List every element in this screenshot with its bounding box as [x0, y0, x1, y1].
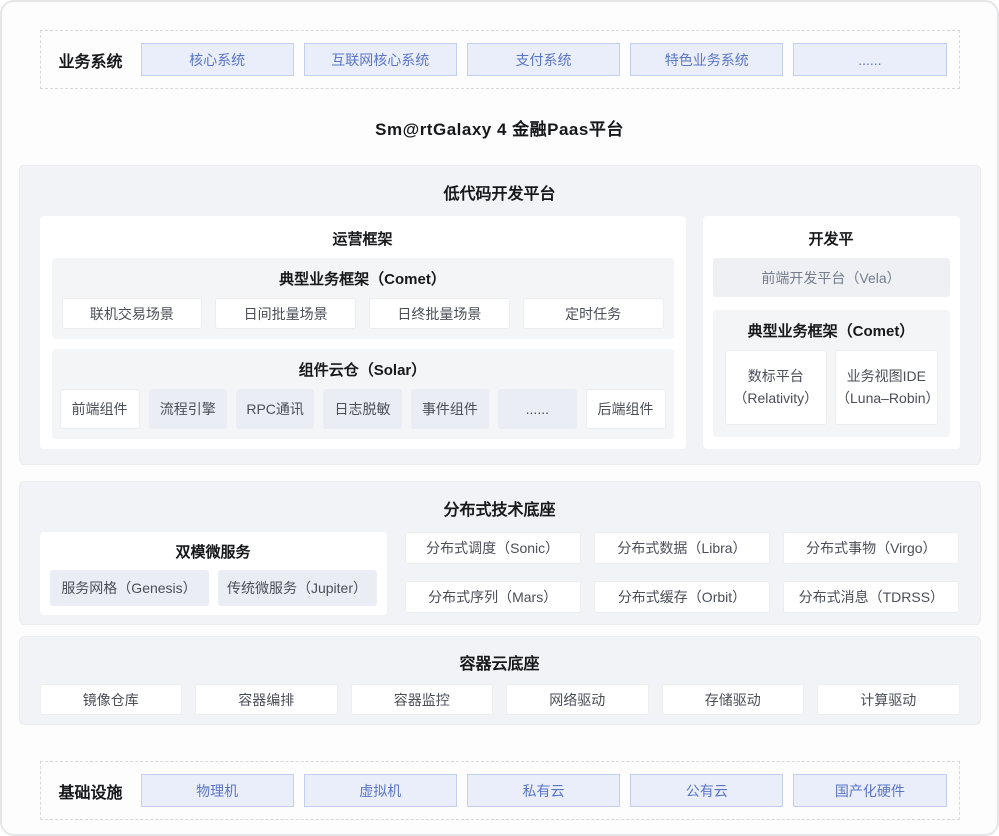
distributed-base-title: 分布式技术底座 [20, 482, 980, 532]
distributed-content-row: 双模微服务 服务网格（Genesis） 传统微服务（Jupiter） 分布式调度… [20, 532, 980, 615]
chip-domestic-hardware: 国产化硬件 [793, 774, 946, 807]
chip-frontend-dev-platform-vela: 前端开发平台（Vela） [713, 258, 950, 297]
chip-daytime-batch-scene: 日间批量场景 [215, 298, 356, 329]
infrastructure-band: 基础设施 物理机 虚拟机 私有云 公有云 国产化硬件 [40, 761, 960, 820]
comet-framework-panel: 典型业务框架（Comet） 联机交易场景 日间批量场景 日终批量场景 定时任务 [52, 258, 674, 339]
business-systems-label: 业务系统 [41, 48, 141, 72]
lowcode-platform-box: 低代码开发平台 运营框架 典型业务框架（Comet） 联机交易场景 日间批量场景… [19, 165, 981, 465]
container-cloud-box: 容器云底座 镜像仓库 容器编排 容器监控 网络驱动 存储驱动 计算驱动 [19, 636, 981, 725]
dev-comet-panel: 典型业务框架（Comet） 数标平台 （Relativity） 业务视图IDE … [713, 310, 950, 437]
chip-public-cloud: 公有云 [630, 774, 783, 807]
chip-event-component: 事件组件 [411, 389, 489, 429]
chip-online-trading-scene: 联机交易场景 [62, 298, 203, 329]
comet-framework-title: 典型业务框架（Comet） [52, 258, 674, 298]
chip-special-business-system: 特色业务系统 [630, 43, 783, 76]
chip-log-masking: 日志脱敏 [323, 389, 401, 429]
chip-business-ellipsis: ...... [793, 43, 946, 76]
chip-service-mesh-genesis: 服务网格（Genesis） [50, 570, 209, 606]
chip-distributed-data-libra: 分布式数据（Libra） [594, 532, 770, 564]
chip-distributed-sequence-mars: 分布式序列（Mars） [405, 581, 581, 613]
chip-private-cloud: 私有云 [467, 774, 620, 807]
infrastructure-label: 基础设施 [41, 779, 141, 803]
chip-distributed-transaction-virgo: 分布式事物（Virgo） [783, 532, 959, 564]
dev-comet-items-row: 数标平台 （Relativity） 业务视图IDE （Luna–Robin） [713, 350, 950, 425]
chip-backend-component: 后端组件 [586, 389, 666, 429]
chip-frontend-component: 前端组件 [60, 389, 140, 429]
chip-solar-ellipsis: ...... [498, 389, 576, 429]
dev-comet-title: 典型业务框架（Comet） [713, 310, 950, 350]
container-cloud-title: 容器云底座 [20, 637, 980, 684]
lowcode-platform-title: 低代码开发平台 [20, 166, 980, 216]
chip-process-engine: 流程引擎 [149, 389, 227, 429]
container-cloud-items-row: 镜像仓库 容器编排 容器监控 网络驱动 存储驱动 计算驱动 [20, 684, 980, 715]
chip-payment-system: 支付系统 [467, 43, 620, 76]
chip-distributed-message-tdrss: 分布式消息（TDRSS） [783, 581, 959, 613]
chip-core-system: 核心系统 [141, 43, 294, 76]
architecture-diagram: 业务系统 核心系统 互联网核心系统 支付系统 特色业务系统 ...... Sm@… [0, 0, 999, 836]
distributed-base-box: 分布式技术底座 双模微服务 服务网格（Genesis） 传统微服务（Jupite… [19, 481, 981, 625]
chip-virtual-machine: 虚拟机 [304, 774, 457, 807]
chip-rpc-communication: RPC通讯 [236, 389, 314, 429]
chip-line: （Relativity） [733, 388, 818, 410]
dev-platform-title: 开发平 [703, 216, 960, 258]
chip-traditional-microservice-jupiter: 传统微服务（Jupiter） [218, 570, 377, 606]
comet-items-row: 联机交易场景 日间批量场景 日终批量场景 定时任务 [52, 298, 674, 339]
business-systems-items: 核心系统 互联网核心系统 支付系统 特色业务系统 ...... [141, 43, 959, 76]
chip-physical-machine: 物理机 [141, 774, 294, 807]
chip-line: （Luna–Robin） [836, 388, 937, 410]
chip-internet-core-system: 互联网核心系统 [304, 43, 457, 76]
chip-storage-driver: 存储驱动 [662, 684, 805, 715]
chip-image-registry: 镜像仓库 [40, 684, 183, 715]
chip-business-view-ide-luna-robin: 业务视图IDE （Luna–Robin） [835, 350, 938, 425]
platform-title: Sm@rtGalaxy 4 金融Paas平台 [2, 89, 997, 165]
solar-component-panel: 组件云仓（Solar） 前端组件 流程引擎 RPC通讯 日志脱敏 事件组件 ..… [52, 349, 674, 439]
chip-dayend-batch-scene: 日终批量场景 [369, 298, 510, 329]
solar-items-row: 前端组件 流程引擎 RPC通讯 日志脱敏 事件组件 ...... 后端组件 [52, 389, 674, 439]
chip-compute-driver: 计算驱动 [817, 684, 960, 715]
chip-distributed-scheduling-sonic: 分布式调度（Sonic） [405, 532, 581, 564]
dual-mode-microservice-panel: 双模微服务 服务网格（Genesis） 传统微服务（Jupiter） [40, 532, 387, 615]
chip-network-driver: 网络驱动 [506, 684, 649, 715]
chip-line: 数标平台 [748, 366, 804, 388]
chip-distributed-cache-orbit: 分布式缓存（Orbit） [594, 581, 770, 613]
lowcode-content-row: 运营框架 典型业务框架（Comet） 联机交易场景 日间批量场景 日终批量场景 … [20, 216, 980, 464]
chip-data-standard-platform-relativity: 数标平台 （Relativity） [725, 350, 828, 425]
business-systems-band: 业务系统 核心系统 互联网核心系统 支付系统 特色业务系统 ...... [40, 30, 960, 89]
operation-framework-title: 运营框架 [40, 216, 686, 258]
infrastructure-items: 物理机 虚拟机 私有云 公有云 国产化硬件 [141, 774, 959, 807]
dual-mode-microservice-title: 双模微服务 [50, 532, 377, 570]
dev-platform-panel: 开发平 前端开发平台（Vela） 典型业务框架（Comet） 数标平台 （Rel… [703, 216, 960, 449]
chip-scheduled-task: 定时任务 [523, 298, 664, 329]
chip-container-monitoring: 容器监控 [351, 684, 494, 715]
dual-mode-items-row: 服务网格（Genesis） 传统微服务（Jupiter） [50, 570, 377, 606]
chip-line: 业务视图IDE [847, 366, 926, 388]
distributed-services-grid: 分布式调度（Sonic） 分布式数据（Libra） 分布式事物（Virgo） 分… [405, 532, 960, 615]
operation-framework-panel: 运营框架 典型业务框架（Comet） 联机交易场景 日间批量场景 日终批量场景 … [40, 216, 686, 449]
solar-component-title: 组件云仓（Solar） [52, 349, 674, 389]
chip-container-orchestration: 容器编排 [195, 684, 338, 715]
